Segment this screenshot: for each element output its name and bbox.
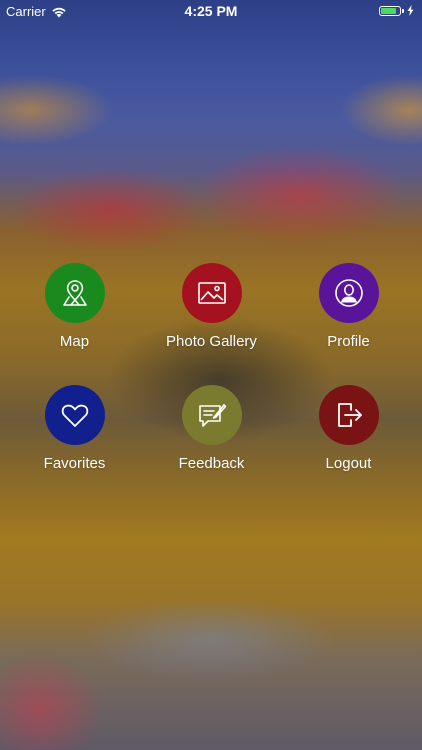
menu-row: Favorites Feedback Logout: [0, 385, 422, 507]
logout-circle: [318, 385, 379, 445]
heart-icon: [61, 404, 88, 427]
photo-gallery-button[interactable]: Photo Gallery: [143, 263, 280, 385]
battery-icon: [379, 5, 401, 16]
favorites-button[interactable]: Favorites: [6, 385, 143, 507]
status-bar: Carrier 4:25 PM: [0, 0, 422, 22]
map-label: Map: [59, 333, 90, 350]
battery-indicator: [379, 5, 414, 16]
feedback-label: Feedback: [178, 455, 245, 472]
feedback-button[interactable]: Feedback: [143, 385, 280, 507]
map-circle: [44, 263, 105, 323]
feedback-circle: [181, 385, 242, 445]
profile-label: Profile: [327, 333, 370, 350]
clock: 4:25 PM: [184, 3, 238, 19]
photo-gallery-label: Photo Gallery: [166, 333, 257, 350]
battery-fill: [381, 7, 397, 14]
charging-bolt-icon: [407, 5, 414, 16]
favorites-circle: [44, 385, 105, 445]
logout-icon: [337, 403, 362, 427]
app-screen: Carrier 4:25 PM Map Photo Gallery Profil…: [0, 0, 422, 750]
profile-circle: [318, 263, 379, 323]
logout-button[interactable]: Logout: [280, 385, 417, 507]
map-button[interactable]: Map: [6, 263, 143, 385]
menu-grid: Map Photo Gallery Profile Favorites Feed…: [0, 263, 422, 507]
logout-label: Logout: [325, 455, 372, 472]
user-icon: [334, 279, 363, 307]
map-pin-icon: [62, 280, 87, 306]
photo-gallery-circle: [181, 263, 242, 323]
feedback-icon: [198, 404, 226, 427]
image-icon: [197, 282, 226, 304]
favorites-label: Favorites: [43, 455, 106, 472]
profile-button[interactable]: Profile: [280, 263, 417, 385]
menu-row: Map Photo Gallery Profile: [0, 263, 422, 385]
